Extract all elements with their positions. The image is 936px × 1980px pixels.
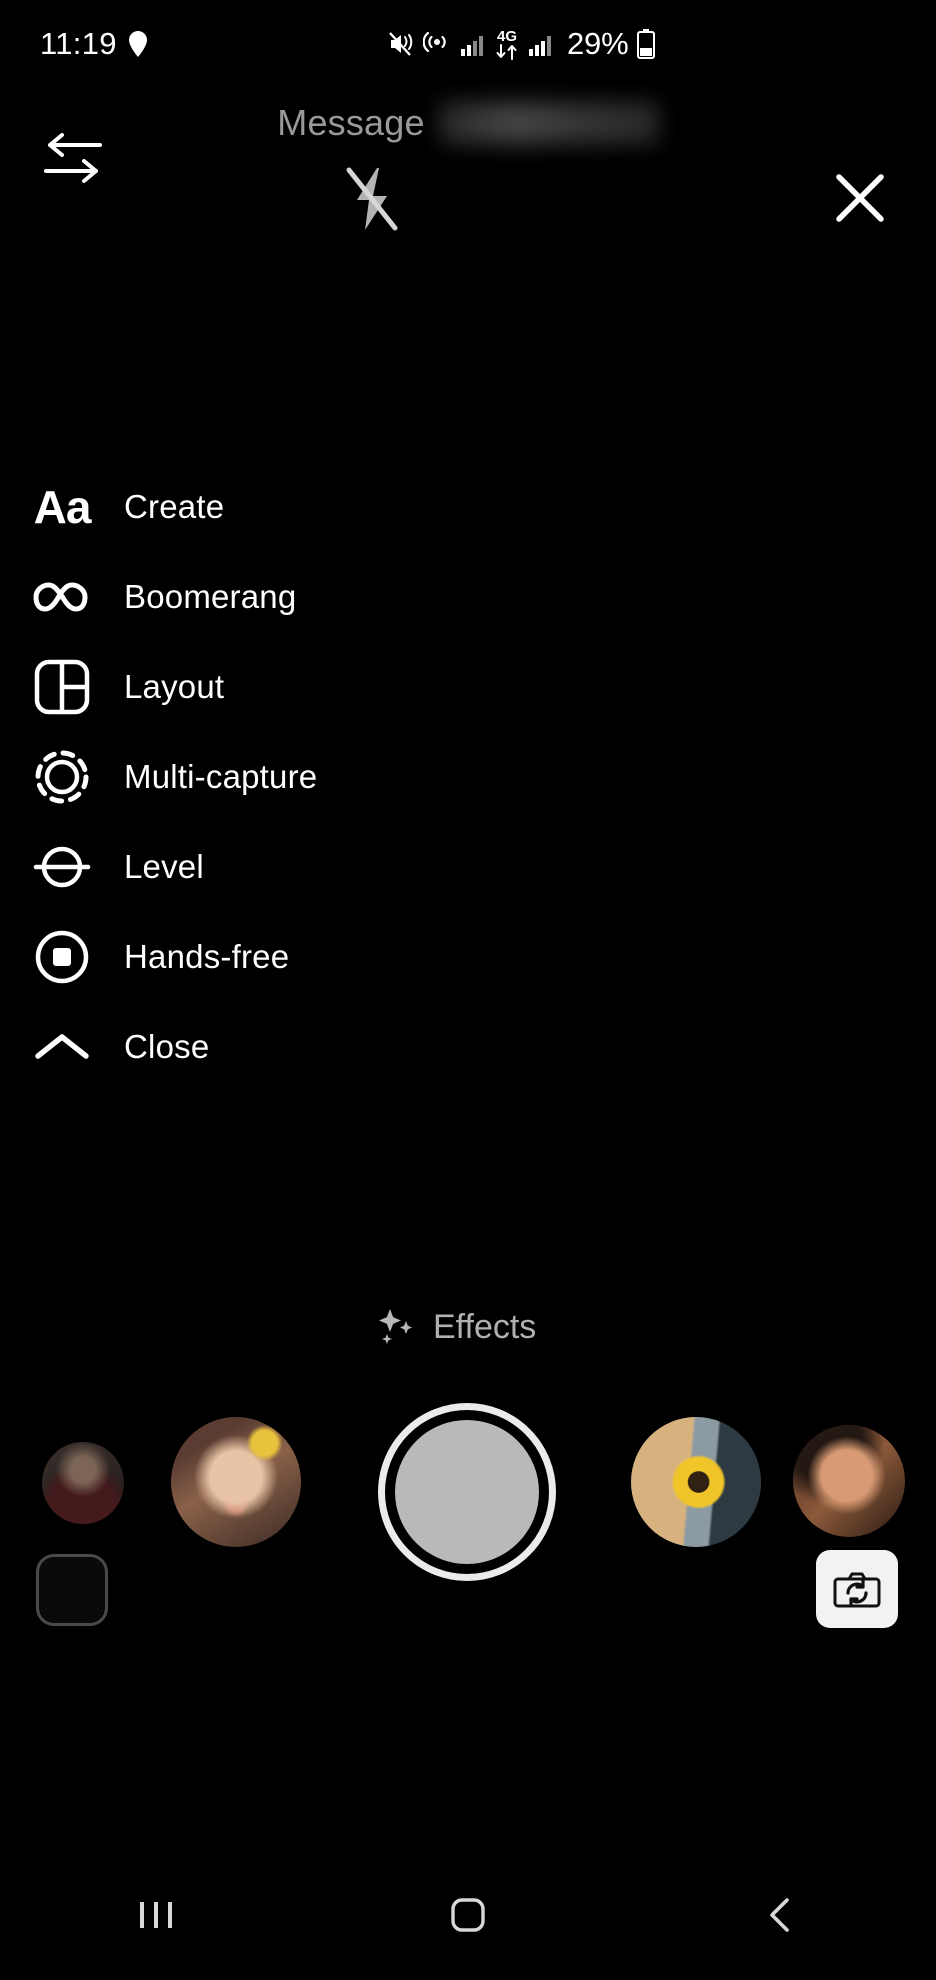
infinity-icon xyxy=(0,552,124,642)
hands-free-icon xyxy=(0,912,124,1002)
flash-off-icon xyxy=(341,164,405,234)
mode-item-label: Hands-free xyxy=(124,938,290,975)
camera-screen: 11:19 4G 29% Message Aa Create Boomerang… xyxy=(0,0,936,1980)
mode-item-close[interactable]: Close xyxy=(0,1002,520,1092)
recents-icon xyxy=(136,1898,176,1932)
back-icon xyxy=(765,1896,795,1934)
sparkles-icon xyxy=(375,1307,417,1347)
mode-item-multi-capture[interactable]: Multi-capture xyxy=(0,732,520,822)
effect-thumb-3[interactable] xyxy=(631,1417,761,1547)
mode-item-label: Layout xyxy=(124,668,225,705)
camera-top-bar: Message xyxy=(0,88,936,268)
swap-arrows-button[interactable] xyxy=(38,123,108,193)
mode-item-boomerang[interactable]: Boomerang xyxy=(0,552,520,642)
flip-camera-icon xyxy=(832,1566,882,1612)
effect-thumb-4-image xyxy=(793,1425,905,1537)
battery-percent-label: 29% xyxy=(567,26,629,61)
close-camera-button[interactable] xyxy=(820,158,900,238)
mode-item-label: Multi-capture xyxy=(124,758,318,795)
status-bar-right: 4G 29% xyxy=(388,0,656,88)
effect-thumb-1[interactable] xyxy=(42,1442,124,1524)
flip-camera-button[interactable] xyxy=(816,1550,898,1628)
effect-thumb-3-image xyxy=(631,1417,761,1547)
status-clock: 11:19 xyxy=(40,26,117,61)
capture-button-inner xyxy=(392,1417,542,1567)
location-pin-icon xyxy=(127,30,149,58)
home-icon xyxy=(450,1897,486,1933)
effects-label: Effects xyxy=(433,1307,537,1346)
capture-button[interactable] xyxy=(378,1403,556,1581)
effects-button[interactable]: Effects xyxy=(375,1307,536,1347)
status-bar-left: 11:19 xyxy=(40,26,149,62)
effect-thumb-1-image xyxy=(42,1442,124,1524)
mode-item-label: Close xyxy=(124,1028,210,1065)
mode-item-label: Boomerang xyxy=(124,578,297,615)
battery-icon xyxy=(637,29,656,59)
signal-bars-icon xyxy=(460,31,486,57)
signal-bars-2-icon xyxy=(528,31,554,57)
android-nav-bar xyxy=(0,1850,936,1980)
close-x-icon xyxy=(832,170,888,226)
mode-item-label: Level xyxy=(124,848,204,885)
mode-item-hands-free[interactable]: Hands-free xyxy=(0,912,520,1002)
message-recipient-redacted xyxy=(438,102,659,144)
mode-item-label: Create xyxy=(124,488,225,525)
effects-carousel[interactable] xyxy=(0,1390,936,1581)
text-aa-icon-label: Aa xyxy=(33,481,92,533)
multi-capture-icon xyxy=(0,732,124,822)
layout-grid-icon xyxy=(0,642,124,732)
network-type-label: 4G xyxy=(496,27,517,45)
camera-mode-menu: Aa Create Boomerang Layout Multi-capture… xyxy=(0,462,520,1092)
mode-item-level[interactable]: Level xyxy=(0,822,520,912)
swap-arrows-icon xyxy=(42,130,104,186)
flash-off-button[interactable] xyxy=(336,162,410,236)
recents-button[interactable] xyxy=(0,1850,312,1980)
chevron-up-icon xyxy=(0,1002,124,1092)
effect-thumb-2[interactable] xyxy=(171,1417,301,1547)
text-aa-icon: Aa xyxy=(0,462,124,552)
message-label: Message xyxy=(277,102,425,143)
effect-thumb-4[interactable] xyxy=(793,1425,905,1537)
gallery-thumbnail-icon[interactable] xyxy=(36,1554,108,1626)
message-recipient-row[interactable]: Message xyxy=(0,102,936,144)
level-icon xyxy=(0,822,124,912)
status-bar: 11:19 4G 29% xyxy=(0,0,936,88)
mobile-data-arrows-icon: 4G xyxy=(495,29,519,60)
home-button[interactable] xyxy=(312,1850,624,1980)
vibrate-mode-icon xyxy=(388,30,414,58)
mode-item-layout[interactable]: Layout xyxy=(0,642,520,732)
hotspot-icon xyxy=(423,30,451,58)
back-button[interactable] xyxy=(624,1850,936,1980)
effect-thumb-2-image xyxy=(171,1417,301,1547)
mode-item-create[interactable]: Aa Create xyxy=(0,462,520,552)
